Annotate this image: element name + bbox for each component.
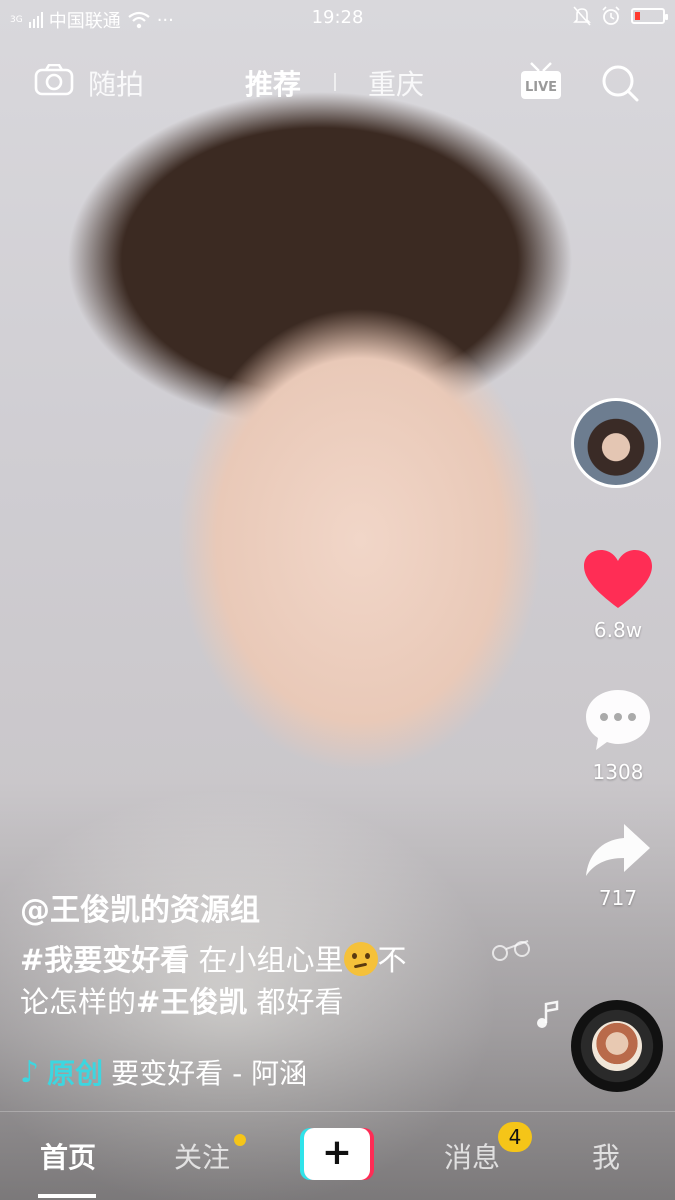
tab-follow[interactable]: 关注 — [174, 1136, 230, 1176]
comment-icon — [586, 690, 650, 750]
top-nav: 随拍 推荐 重庆 LIVE — [0, 55, 675, 111]
heart-icon — [584, 550, 652, 608]
mute-icon — [573, 6, 591, 26]
description-text: 在小组心里 — [189, 943, 344, 977]
description-text: 不 — [377, 943, 407, 977]
video-caption: @王俊凯的资源组 #我要变好看 在小组心里不 论怎样的#王俊凯 都好看 — [20, 885, 500, 1023]
music-title: 要变好看 - 阿涵 — [111, 1057, 308, 1090]
video-description: #我要变好看 在小组心里不 论怎样的#王俊凯 都好看 — [20, 939, 500, 1023]
share-count: 717 — [598, 886, 638, 910]
alarm-icon — [602, 6, 620, 25]
tab-recommend[interactable]: 推荐 — [245, 63, 301, 103]
floating-note-icon — [537, 1000, 559, 1028]
music-disc[interactable] — [571, 1000, 663, 1092]
bottom-tab-bar: 首页 关注 + 消息 4 我 — [0, 1111, 675, 1200]
comment-count: 1308 — [592, 760, 644, 784]
status-bar: 3G 中国联通 ··· 19:28 — [0, 0, 675, 36]
plus-icon: + — [304, 1128, 370, 1180]
original-label: 原创 — [47, 1057, 104, 1090]
share-button[interactable]: 717 — [570, 822, 666, 910]
author-avatar[interactable] — [571, 398, 661, 488]
nav-divider — [334, 73, 336, 91]
tab-city[interactable]: 重庆 — [368, 63, 424, 103]
music-cover — [592, 1021, 642, 1071]
music-note-icon: ♪ — [20, 1054, 40, 1090]
share-icon — [586, 824, 650, 876]
new-content-dot — [234, 1134, 246, 1146]
active-tab-indicator — [38, 1194, 96, 1198]
description-text: 论怎样的 — [20, 985, 137, 1019]
tab-messages[interactable]: 消息 — [444, 1136, 500, 1176]
music-info[interactable]: ♪ 原创 要变好看 - 阿涵 — [20, 1052, 307, 1092]
create-video-button[interactable]: + — [300, 1128, 374, 1180]
nav-random-shoot[interactable]: 随拍 — [88, 63, 144, 103]
live-icon[interactable]: LIVE — [519, 61, 563, 101]
battery-icon — [631, 8, 668, 24]
camera-icon[interactable] — [34, 64, 74, 96]
svg-text:LIVE: LIVE — [525, 80, 557, 95]
description-text: 都好看 — [247, 985, 344, 1019]
tab-me[interactable]: 我 — [592, 1136, 620, 1176]
search-icon[interactable] — [600, 63, 640, 103]
thinking-emoji-icon — [343, 942, 378, 976]
tab-home[interactable]: 首页 — [40, 1136, 96, 1176]
author-name[interactable]: @王俊凯的资源组 — [20, 885, 500, 929]
like-count: 6.8w — [593, 618, 643, 642]
hashtag-link[interactable]: #我要变好看 — [20, 943, 189, 977]
hashtag-link[interactable]: #王俊凯 — [136, 985, 247, 1019]
comment-button[interactable]: 1308 — [570, 688, 666, 784]
like-button[interactable]: 6.8w — [570, 550, 666, 642]
messages-badge: 4 — [498, 1122, 532, 1152]
